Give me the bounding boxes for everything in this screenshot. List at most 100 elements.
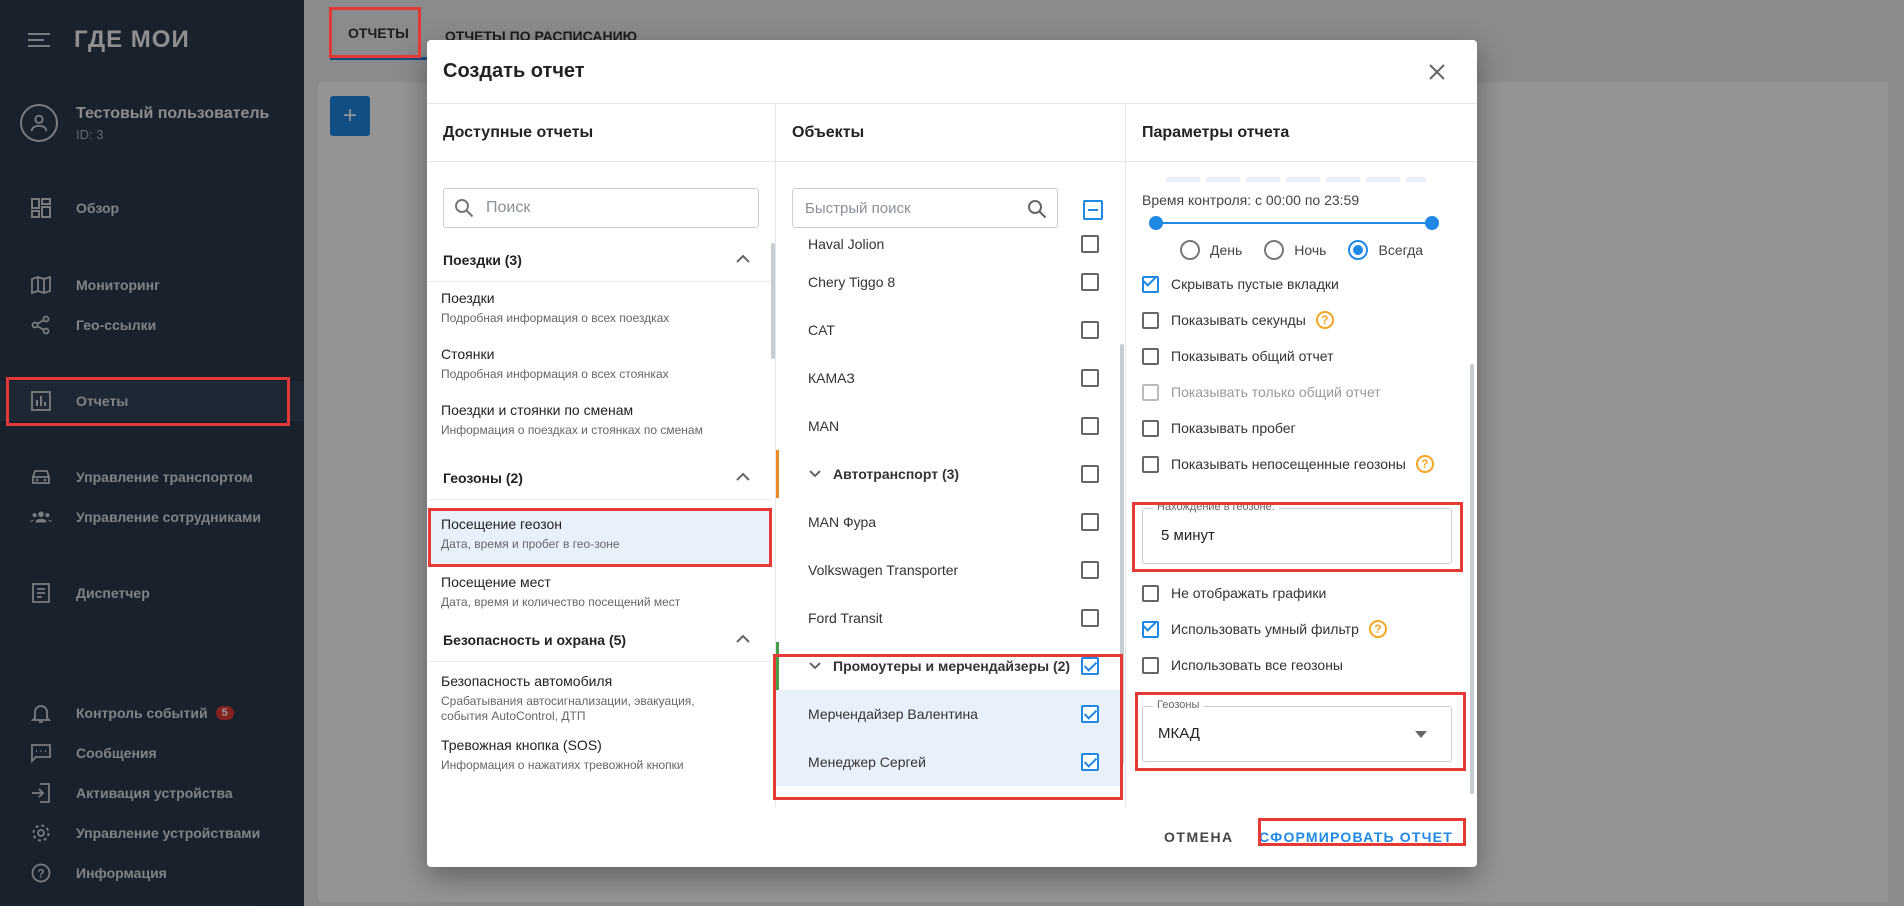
chevron-down-icon[interactable] bbox=[809, 470, 821, 478]
cancel-button[interactable]: ОТМЕНА bbox=[1164, 829, 1234, 845]
report-item-place-visits[interactable]: Посещение мест Дата, время и количество … bbox=[427, 574, 772, 610]
dialog-title: Создать отчет bbox=[443, 60, 585, 82]
object-checkbox[interactable] bbox=[1081, 609, 1099, 627]
option-checkbox[interactable] bbox=[1142, 656, 1159, 674]
help-icon[interactable]: ? bbox=[1368, 620, 1387, 638]
option-label: Использовать все геозоны bbox=[1171, 657, 1343, 673]
reports-search-input[interactable]: Поиск bbox=[443, 188, 759, 228]
object-row[interactable]: MAN Фура bbox=[776, 498, 1121, 546]
object-checkbox[interactable] bbox=[1081, 657, 1099, 675]
option-label: Показывать непосещенные геозоны bbox=[1171, 456, 1406, 472]
report-desc: Подробная информация о всех поездках bbox=[441, 311, 670, 325]
chevron-up-icon bbox=[736, 472, 750, 481]
option-label: Скрывать пустые вкладки bbox=[1171, 276, 1339, 292]
object-name: Haval Jolion bbox=[808, 236, 885, 252]
object-row[interactable]: Менеджер Сергей bbox=[776, 738, 1121, 786]
radio-always[interactable]: Всегда bbox=[1348, 240, 1423, 260]
object-checkbox[interactable] bbox=[1081, 321, 1099, 339]
dropdown-arrow-icon[interactable] bbox=[1415, 731, 1427, 738]
object-row[interactable]: Volkswagen Transporter bbox=[776, 546, 1121, 594]
option-checkbox[interactable] bbox=[1142, 347, 1159, 365]
radio-label: Ночь bbox=[1294, 242, 1327, 258]
objects-column: Объекты Быстрый поиск Haval Jolion Chery… bbox=[776, 104, 1126, 807]
report-item-stops[interactable]: Стоянки Подробная информация о всех стоя… bbox=[427, 346, 772, 382]
chevron-down-icon[interactable] bbox=[809, 662, 821, 670]
option-checkbox[interactable] bbox=[1142, 620, 1159, 638]
group-geozones[interactable]: Геозоны (2) bbox=[427, 456, 772, 500]
option-checkbox[interactable] bbox=[1142, 455, 1159, 473]
object-checkbox[interactable] bbox=[1081, 753, 1099, 771]
geozones-select[interactable]: Геозоны МКАД bbox=[1142, 699, 1452, 762]
objects-search-input[interactable]: Быстрый поиск bbox=[792, 188, 1058, 228]
help-icon[interactable]: ? bbox=[1315, 311, 1334, 329]
deselect-all-icon[interactable] bbox=[1083, 200, 1103, 220]
group-title: Поездки (3) bbox=[443, 251, 522, 268]
object-checkbox[interactable] bbox=[1081, 273, 1099, 291]
object-row[interactable]: MAN bbox=[776, 402, 1121, 450]
object-group-row[interactable]: Автотранспорт (3) bbox=[776, 450, 1121, 498]
object-row[interactable]: Ford Transit bbox=[776, 594, 1121, 642]
help-icon[interactable]: ? bbox=[1415, 455, 1434, 473]
object-checkbox[interactable] bbox=[1081, 513, 1099, 531]
slider-handle-end[interactable] bbox=[1425, 216, 1439, 230]
report-params-column: Параметры отчета Время контроля: с 00:00… bbox=[1126, 104, 1477, 807]
object-checkbox[interactable] bbox=[1081, 465, 1099, 483]
radio-button[interactable] bbox=[1264, 240, 1285, 260]
option-show-mileage[interactable]: Показывать пробег bbox=[1142, 418, 1296, 438]
radio-button[interactable] bbox=[1180, 240, 1200, 260]
report-desc: Информация о нажатиях тревожной кнопки bbox=[441, 758, 684, 772]
option-hide-charts[interactable]: Не отображать графики bbox=[1142, 583, 1326, 603]
report-desc: Подробная информация о всех стоянках bbox=[441, 367, 669, 381]
object-checkbox[interactable] bbox=[1081, 705, 1099, 723]
object-group-row[interactable]: Промоутеры и мерчендайзеры (2) bbox=[776, 642, 1121, 690]
scrollbar[interactable] bbox=[1470, 364, 1474, 794]
field-value: 5 минут bbox=[1161, 527, 1215, 544]
control-time-label: Время контроля: с 00:00 по 23:59 bbox=[1142, 192, 1360, 208]
report-item-car-security[interactable]: Безопасность автомобиля Срабатывания авт… bbox=[427, 673, 727, 724]
option-smart-filter[interactable]: Использовать умный фильтр? bbox=[1142, 619, 1387, 639]
available-reports-header: Доступные отчеты bbox=[427, 104, 775, 162]
report-item-shifts[interactable]: Поездки и стоянки по сменам Информация о… bbox=[427, 402, 772, 438]
report-title: Стоянки bbox=[441, 346, 495, 362]
object-row[interactable]: Мерчендайзер Валентина bbox=[776, 690, 1121, 738]
group-security[interactable]: Безопасность и охрана (5) bbox=[427, 618, 772, 662]
report-item-sos[interactable]: Тревожная кнопка (SOS) Информация о нажа… bbox=[427, 737, 772, 773]
scrollbar[interactable] bbox=[771, 243, 775, 359]
option-show-total-report[interactable]: Показывать общий отчет bbox=[1142, 346, 1334, 366]
report-item-geozone-visits[interactable]: Посещение геозон Дата, время и пробег в … bbox=[427, 508, 772, 564]
radio-night[interactable]: Ночь bbox=[1264, 240, 1326, 260]
object-row[interactable]: CAT bbox=[776, 306, 1121, 354]
group-trips[interactable]: Поездки (3) bbox=[427, 238, 772, 282]
option-checkbox bbox=[1142, 383, 1159, 401]
close-icon[interactable] bbox=[1425, 60, 1449, 84]
search-icon bbox=[1028, 200, 1047, 219]
object-checkbox[interactable] bbox=[1081, 369, 1099, 387]
option-checkbox[interactable] bbox=[1142, 584, 1159, 602]
scrollbar[interactable] bbox=[1120, 344, 1124, 764]
report-desc: Дата, время и количество посещений мест bbox=[441, 595, 681, 609]
object-row[interactable]: КАМАЗ bbox=[776, 354, 1121, 402]
option-checkbox[interactable] bbox=[1142, 311, 1159, 329]
create-report-button[interactable]: СФОРМИРОВАТЬ ОТЧЕТ bbox=[1259, 829, 1453, 845]
report-title: Поездки и стоянки по сменам bbox=[441, 402, 634, 418]
object-checkbox[interactable] bbox=[1081, 561, 1099, 579]
geozone-time-field[interactable]: Нахождение в геозоне: 5 минут bbox=[1142, 501, 1452, 564]
time-range-slider[interactable] bbox=[1156, 222, 1432, 224]
option-checkbox[interactable] bbox=[1142, 419, 1159, 437]
option-hide-empty-tabs[interactable]: Скрывать пустые вкладки bbox=[1142, 274, 1339, 294]
object-checkbox[interactable] bbox=[1081, 417, 1099, 435]
object-checkbox[interactable] bbox=[1081, 235, 1099, 253]
report-params-header: Параметры отчета bbox=[1126, 104, 1477, 162]
slider-handle-start[interactable] bbox=[1149, 216, 1163, 230]
object-name: Менеджер Сергей bbox=[808, 754, 926, 770]
radio-day[interactable]: День bbox=[1180, 240, 1242, 260]
option-checkbox[interactable] bbox=[1142, 275, 1159, 293]
report-item-trips[interactable]: Поездки Подробная информация о всех поез… bbox=[427, 290, 772, 326]
option-show-unvisited-geozones[interactable]: Показывать непосещенные геозоны? bbox=[1142, 454, 1434, 474]
option-show-seconds[interactable]: Показывать секунды? bbox=[1142, 310, 1334, 330]
object-row[interactable]: Chery Tiggo 8 bbox=[776, 258, 1121, 306]
option-all-geozones[interactable]: Использовать все геозоны bbox=[1142, 655, 1343, 675]
object-name: Chery Tiggo 8 bbox=[808, 274, 896, 290]
option-only-total-report: Показывать только общий отчет bbox=[1142, 382, 1381, 402]
radio-button[interactable] bbox=[1348, 240, 1369, 260]
